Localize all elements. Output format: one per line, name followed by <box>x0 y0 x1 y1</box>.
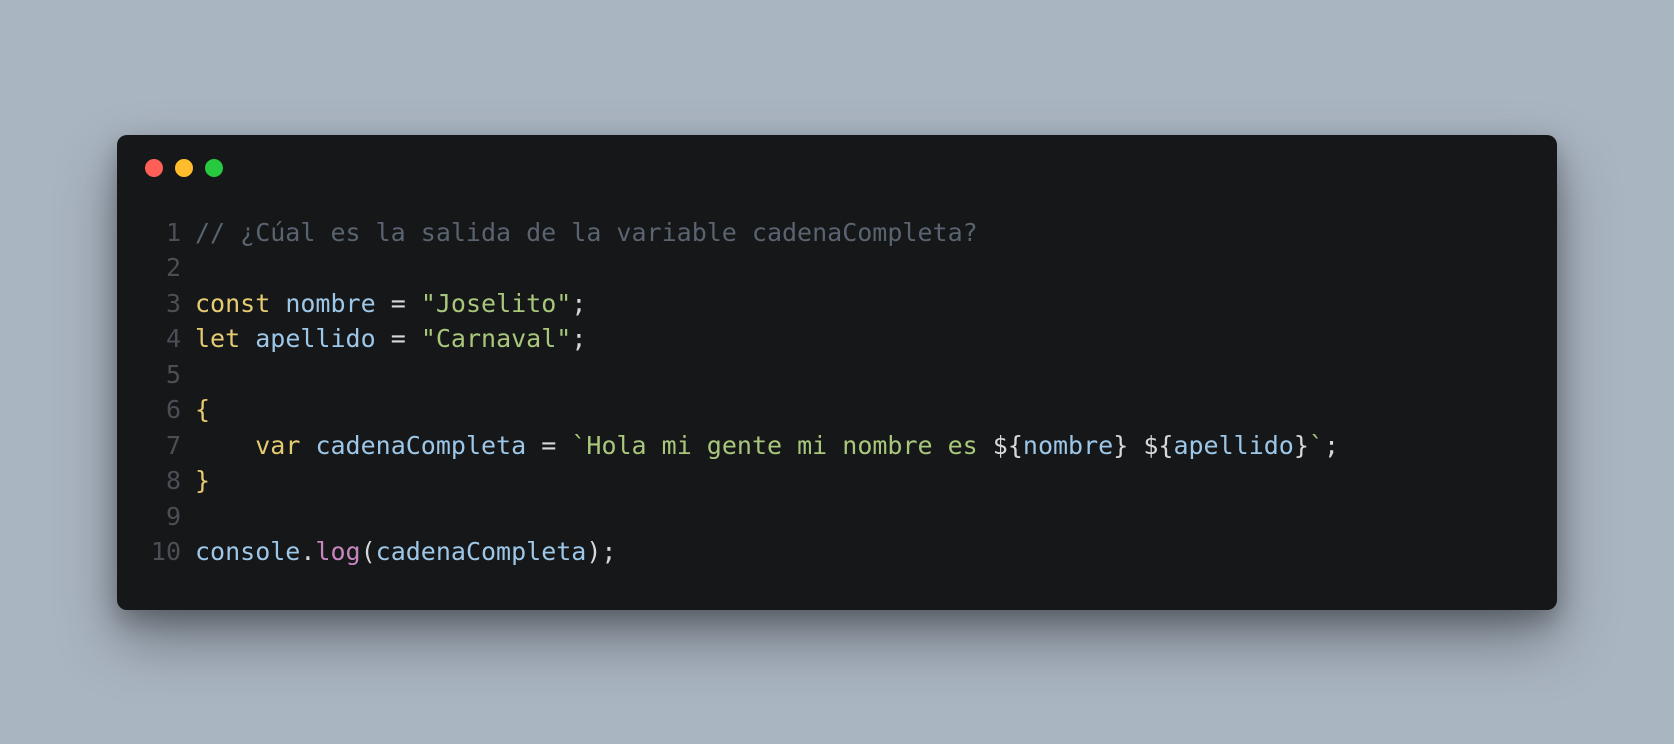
code-token: ( <box>361 537 376 566</box>
code-token: let <box>195 324 240 353</box>
code-token: ; <box>601 537 616 566</box>
code-token: = <box>541 431 556 460</box>
code-token: ; <box>571 289 586 318</box>
code-token: ` <box>1309 431 1324 460</box>
code-line: 3 const nombre = "Joselito"; <box>145 286 1529 322</box>
code-token: nombre <box>1023 431 1113 460</box>
line-number: 4 <box>145 321 181 357</box>
code-token: "Carnaval" <box>421 324 572 353</box>
line-content <box>195 357 210 393</box>
window-controls <box>117 135 1557 185</box>
line-number: 5 <box>145 357 181 393</box>
code-token: ; <box>1324 431 1339 460</box>
code-line: 8} <box>145 463 1529 499</box>
line-content: var cadenaCompleta = `Hola mi gente mi n… <box>195 428 1339 464</box>
line-content: // ¿Cúal es la salida de la variable cad… <box>195 215 978 251</box>
code-window: 1 // ¿Cúal es la salida de la variable ca… <box>117 135 1557 610</box>
code-line: 1 // ¿Cúal es la salida de la variable ca… <box>145 215 1529 251</box>
code-token <box>195 431 255 460</box>
code-token: = <box>391 324 406 353</box>
line-number: 7 <box>145 428 181 464</box>
code-token <box>406 324 421 353</box>
line-content: { <box>195 392 210 428</box>
code-token: ${ <box>993 431 1023 460</box>
code-token: "Joselito" <box>421 289 572 318</box>
line-content: } <box>195 463 210 499</box>
code-token <box>300 431 315 460</box>
code-line: 4 let apellido = "Carnaval"; <box>145 321 1529 357</box>
code-token: nombre <box>285 289 375 318</box>
code-token: cadenaCompleta <box>315 431 526 460</box>
code-line: 10 console.log(cadenaCompleta); <box>145 534 1529 570</box>
code-token: { <box>195 395 210 424</box>
code-token: apellido <box>255 324 375 353</box>
line-number: 8 <box>145 463 181 499</box>
line-content <box>195 499 210 535</box>
code-token: // ¿Cúal es la salida de la variable cad… <box>195 218 978 247</box>
code-token: const <box>195 289 270 318</box>
code-token <box>556 431 571 460</box>
line-number: 6 <box>145 392 181 428</box>
maximize-icon[interactable] <box>205 159 223 177</box>
code-token: apellido <box>1173 431 1293 460</box>
code-token: ; <box>571 324 586 353</box>
line-number: 10 <box>145 534 181 570</box>
line-number: 2 <box>145 250 181 286</box>
code-line: 7 var cadenaCompleta = `Hola mi gente mi… <box>145 428 1529 464</box>
code-token: log <box>315 537 360 566</box>
code-line: 9 <box>145 499 1529 535</box>
line-content: console.log(cadenaCompleta); <box>195 534 616 570</box>
code-area: 1 // ¿Cúal es la salida de la variable ca… <box>117 185 1557 610</box>
line-content: let apellido = "Carnaval"; <box>195 321 586 357</box>
code-token <box>1128 431 1143 460</box>
code-token: } <box>1294 431 1309 460</box>
close-icon[interactable] <box>145 159 163 177</box>
code-token: var <box>255 431 300 460</box>
line-content <box>195 250 210 286</box>
code-token <box>240 324 255 353</box>
code-token: = <box>391 289 406 318</box>
code-token <box>376 289 391 318</box>
code-token: . <box>300 537 315 566</box>
code-token: `Hola mi gente mi nombre es <box>571 431 992 460</box>
code-token: ) <box>586 537 601 566</box>
code-token <box>406 289 421 318</box>
code-line: 6{ <box>145 392 1529 428</box>
code-line: 5 <box>145 357 1529 393</box>
code-token <box>270 289 285 318</box>
code-line: 2 <box>145 250 1529 286</box>
code-token: } <box>1113 431 1128 460</box>
code-token: console <box>195 537 300 566</box>
line-number: 1 <box>145 215 181 251</box>
code-token: cadenaCompleta <box>376 537 587 566</box>
code-token: ${ <box>1143 431 1173 460</box>
line-number: 3 <box>145 286 181 322</box>
minimize-icon[interactable] <box>175 159 193 177</box>
code-token <box>376 324 391 353</box>
code-token <box>526 431 541 460</box>
line-number: 9 <box>145 499 181 535</box>
line-content: const nombre = "Joselito"; <box>195 286 586 322</box>
code-token: } <box>195 466 210 495</box>
